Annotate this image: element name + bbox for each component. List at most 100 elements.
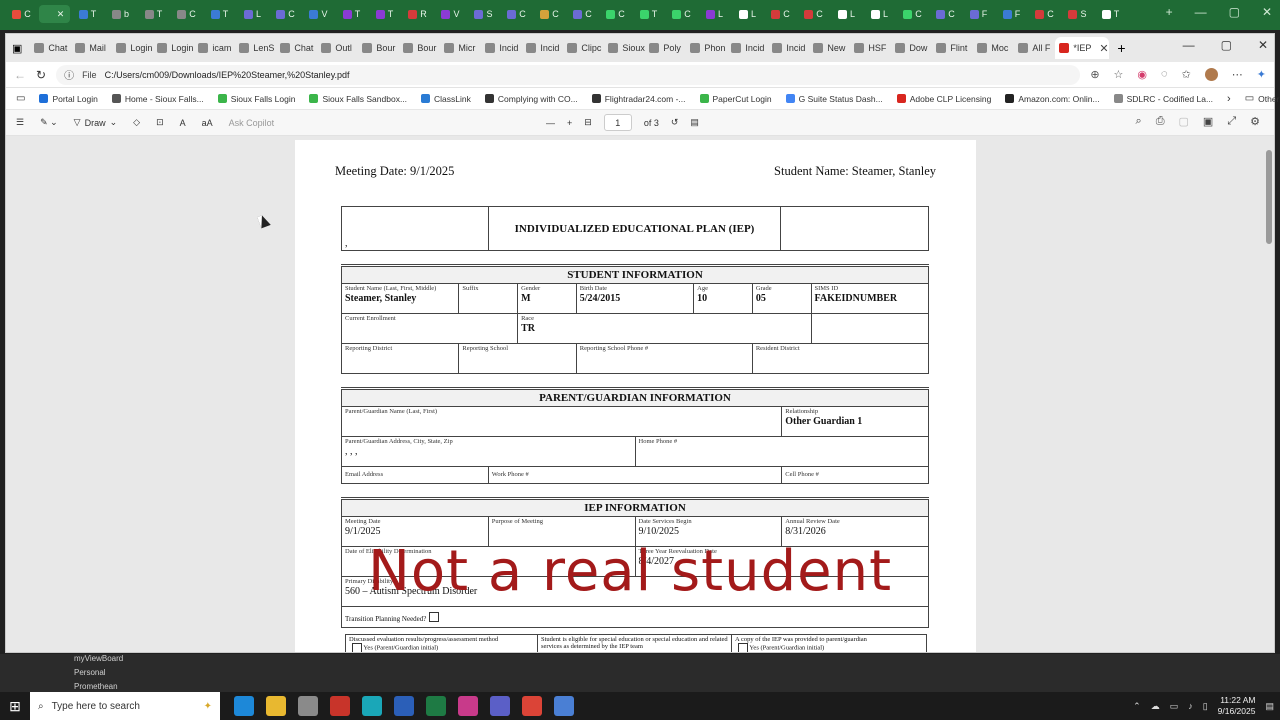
pinned-tab[interactable]: R (402, 5, 433, 23)
favorite-link[interactable]: SDLRC - Codified La... (1113, 94, 1213, 104)
favorite-link[interactable]: PaperCut Login (699, 94, 772, 104)
tree-item-personal[interactable]: Personal (74, 668, 106, 677)
sync-icon[interactable]: ◌ (1161, 68, 1168, 81)
word-icon[interactable] (394, 696, 414, 716)
read-aloud-icon[interactable]: A (180, 118, 186, 128)
pinned-tab[interactable]: ✕ (39, 5, 70, 23)
url-text[interactable]: C:/Users/cm009/Downloads/IEP%20Steamer,%… (105, 70, 350, 80)
teams-icon[interactable] (490, 696, 510, 716)
browser-tab[interactable]: New (809, 37, 850, 59)
copilot-icon[interactable]: ✦ (1257, 68, 1266, 81)
browser-tab[interactable]: Phon (686, 37, 727, 59)
minimize-icon[interactable]: — (1195, 5, 1207, 19)
zoom-icon[interactable]: ⊕ (1090, 68, 1099, 81)
favorite-link[interactable]: G Suite Status Dash... (785, 94, 883, 104)
browser-tab[interactable]: Mail (71, 37, 112, 59)
browser-tab[interactable]: Bour (358, 37, 399, 59)
info-icon[interactable]: ⓘ (64, 67, 74, 82)
scrollbar-thumb[interactable] (1266, 150, 1272, 244)
favorite-link[interactable]: Flightradar24.com -... (591, 94, 686, 104)
search-icon[interactable]: ⌕ (1136, 115, 1142, 128)
favorite-link[interactable]: ClassLink (421, 94, 471, 104)
profile-avatar[interactable] (1204, 68, 1218, 81)
browser-tab[interactable]: icam (194, 37, 235, 59)
browser-tab[interactable]: Dow (891, 37, 932, 59)
browser-tab[interactable]: Incid (522, 37, 563, 59)
pinned-tab[interactable]: L (831, 5, 862, 23)
browser-tab[interactable]: HSF (850, 37, 891, 59)
erase-icon[interactable]: ◇ (133, 117, 140, 128)
pinned-tab[interactable]: C (270, 5, 301, 23)
battery-icon[interactable]: ▯ (1203, 701, 1208, 712)
chevron-right-icon[interactable]: › (1227, 93, 1231, 105)
browser-tab[interactable]: Chat (276, 37, 317, 59)
other-favorites-folder[interactable]: ▭ Other favorites (1245, 93, 1280, 104)
pinned-tab[interactable]: C (6, 5, 37, 23)
favorite-link[interactable]: Complying with CO... (484, 94, 578, 104)
browser-tab[interactable]: Flint (932, 37, 973, 59)
browser-tab[interactable]: Bour (399, 37, 440, 59)
close-button[interactable]: ✕ (1258, 38, 1268, 52)
pinned-tab[interactable]: C (666, 5, 697, 23)
pinned-tab[interactable]: V (435, 5, 466, 23)
app-icon-red[interactable] (330, 696, 350, 716)
chrome-icon[interactable] (522, 696, 542, 716)
pinned-tab[interactable]: C (1029, 5, 1060, 23)
browser-tab[interactable]: Login (153, 37, 194, 59)
more-icon[interactable]: ⋯ (1232, 68, 1243, 81)
draw-button[interactable]: ▽ Draw ⌄ (74, 117, 117, 128)
evaluation-yes-checkbox[interactable] (352, 643, 362, 652)
favorite-link[interactable]: Home - Sioux Falls... (111, 94, 204, 104)
browser-tab[interactable]: Incid (481, 37, 522, 59)
highlight-icon[interactable]: ✎ ⌄ (40, 117, 58, 128)
favorite-link[interactable]: Amazon.com: Onlin... (1005, 94, 1100, 104)
contents-icon[interactable]: ☰ (16, 117, 24, 128)
edge-icon[interactable] (234, 696, 254, 716)
pinned-tab[interactable]: F (996, 5, 1027, 23)
browser-tab[interactable]: Micr (440, 37, 481, 59)
pinned-tab[interactable]: C (501, 5, 532, 23)
file-explorer-icon[interactable] (266, 696, 286, 716)
browser-tab[interactable]: Chat (30, 37, 71, 59)
back-icon[interactable]: ← (14, 68, 26, 82)
reading-view-icon[interactable]: ▭ (16, 93, 25, 104)
refresh-icon[interactable]: ↻ (36, 68, 46, 82)
app-icon-teal[interactable] (362, 696, 382, 716)
transition-checkbox[interactable] (429, 612, 440, 623)
pinned-tab[interactable]: C (600, 5, 631, 23)
browser-tab[interactable]: All F (1014, 37, 1055, 59)
pinned-tab[interactable]: T (204, 5, 235, 23)
rotate-icon[interactable]: ↺ (671, 117, 679, 128)
pinned-tab[interactable]: T (72, 5, 103, 23)
favorites-icon[interactable]: ✩ (1182, 68, 1191, 81)
windows-start-icon[interactable]: ⊞ (0, 698, 30, 715)
browser-tab[interactable]: Clipc (563, 37, 604, 59)
pinned-tab[interactable]: S (1062, 5, 1093, 23)
close-icon[interactable]: ✕ (1262, 5, 1272, 19)
pinned-tab[interactable]: C (930, 5, 961, 23)
text-icon[interactable]: ⊡ (156, 117, 164, 128)
tab-close-icon[interactable]: ✕ (1099, 42, 1108, 55)
tab-actions-icon[interactable]: ▣ (12, 42, 22, 55)
new-tab-button[interactable]: + (1117, 40, 1125, 56)
app-icon-gray[interactable] (298, 696, 318, 716)
browser-tab[interactable]: Sioux (604, 37, 645, 59)
fit-page-icon[interactable]: ⊟ (584, 117, 592, 128)
browser-tab[interactable]: Poly (645, 37, 686, 59)
tray-chevron-icon[interactable]: ⌃ (1133, 701, 1141, 712)
print-icon[interactable]: ⎙ (1156, 115, 1165, 128)
taskbar-search[interactable]: ⌕ Type here to search ✦ (30, 692, 220, 720)
app-icon-blue[interactable] (554, 696, 574, 716)
page-number-input[interactable]: 1 (603, 114, 632, 131)
favorite-link[interactable]: Adobe CLP Licensing (896, 94, 991, 104)
ask-copilot-button[interactable]: Ask Copilot (229, 118, 275, 128)
browser-tab[interactable]: Login (112, 37, 153, 59)
new-tab-icon[interactable]: + (1166, 5, 1173, 19)
settings-icon[interactable]: ⚙ (1250, 115, 1260, 128)
save-icon[interactable]: ▢ (1179, 115, 1189, 128)
translate-icon[interactable]: aA (202, 118, 213, 128)
browser-tab[interactable]: Moc (973, 37, 1014, 59)
maximize-button[interactable]: ▢ (1221, 38, 1232, 52)
pinned-tab[interactable]: C (534, 5, 565, 23)
app-icon-pink[interactable] (458, 696, 478, 716)
